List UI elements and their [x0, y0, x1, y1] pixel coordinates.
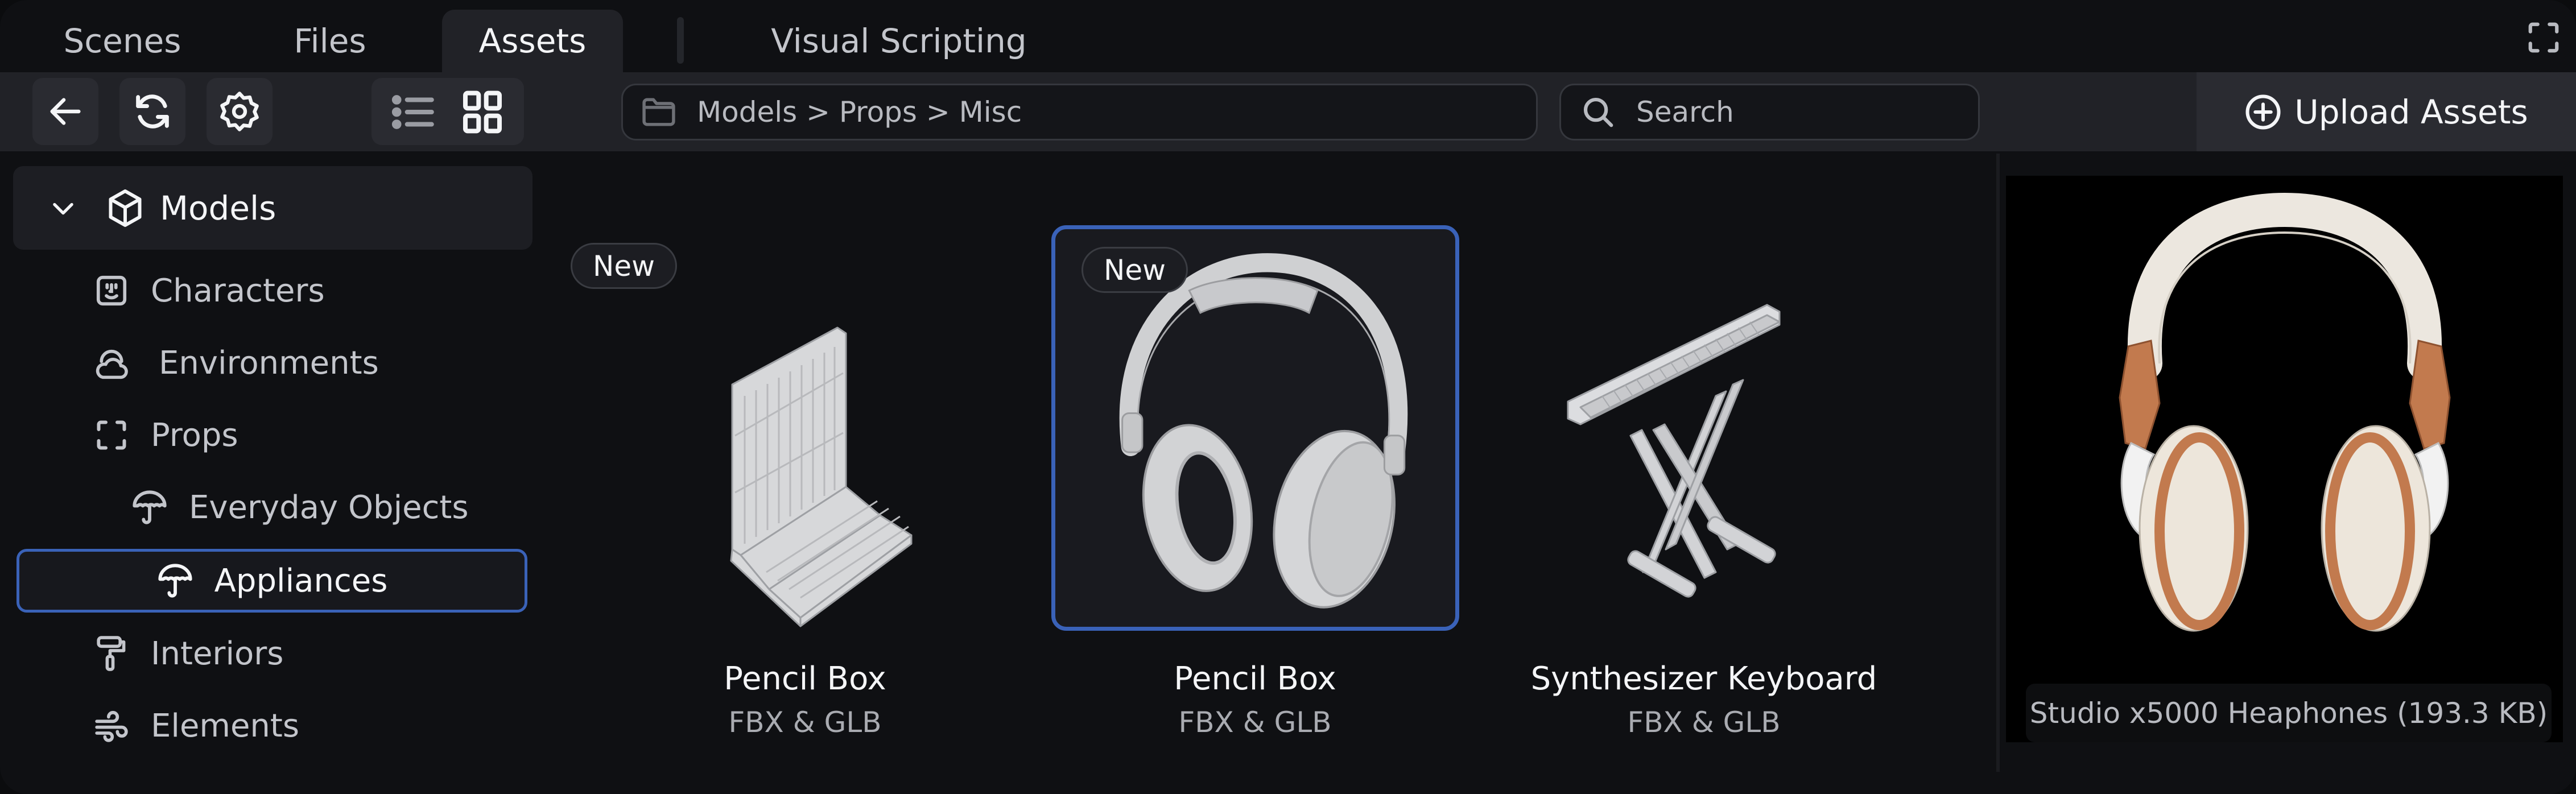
paint-roller-icon	[93, 635, 130, 672]
asset-card-selected[interactable]: New	[1051, 225, 1459, 631]
preview-caption: Studio x5000 Heaphones (193.3 KB)	[2026, 684, 2552, 742]
sidebar-root-models[interactable]: Models	[13, 166, 532, 250]
upload-label: Upload Assets	[2294, 92, 2528, 131]
tab-label: Assets	[478, 22, 587, 60]
cube-icon	[109, 189, 142, 227]
asset-title: Pencil Box	[724, 660, 886, 697]
sidebar-item-label: Everyday Objects	[189, 489, 469, 526]
preview-panel: Studio x5000 Heaphones (193.3 KB)	[2006, 176, 2563, 742]
umbrella-icon	[131, 489, 168, 526]
synthesizer-keyboard-thumbnail	[1567, 304, 1781, 598]
badge-label: New	[593, 249, 655, 283]
sidebar-root-label: Models	[160, 188, 276, 228]
umbrella-icon	[156, 562, 194, 599]
asset-format: FBX & GLB	[1627, 706, 1781, 739]
sidebar-item-label: Appliances	[214, 562, 388, 599]
sidebar-item-everyday-objects[interactable]: Everyday Objects	[131, 476, 469, 539]
view-mode-toggle	[371, 78, 524, 145]
tab-files[interactable]: Files	[245, 10, 415, 72]
tab-divider	[677, 17, 684, 64]
sidebar-item-characters[interactable]: Characters	[93, 259, 325, 322]
sidebar-item-label: Environments	[159, 344, 379, 382]
search-field[interactable]: Search	[1559, 84, 1980, 140]
tab-bar: Scenes Files Assets Visual Scripting	[0, 0, 2576, 72]
sidebar-item-elements[interactable]: Elements	[93, 694, 299, 757]
sidebar-item-props[interactable]: Props	[93, 404, 238, 466]
sidebar-item-interiors[interactable]: Interiors	[93, 622, 283, 685]
arrow-left-icon	[50, 98, 81, 125]
studio-headphones-preview	[2119, 192, 2451, 632]
sidebar: Models Characters Environments Props Eve…	[0, 151, 532, 772]
refresh-icon	[136, 94, 169, 129]
sidebar-item-environments[interactable]: Environments	[93, 332, 379, 394]
upload-assets-button[interactable]: Upload Assets	[2197, 72, 2576, 151]
search-placeholder: Search	[1636, 96, 1734, 129]
search-icon	[1583, 97, 1613, 127]
chevron-down-icon[interactable]	[48, 193, 78, 223]
sidebar-item-appliances[interactable]: Appliances	[16, 549, 527, 613]
new-badge: New	[1081, 247, 1188, 293]
fullscreen-icon[interactable]	[2526, 20, 2561, 55]
grid-view-button[interactable]	[457, 88, 508, 136]
face-icon	[93, 272, 130, 309]
tab-label: Scenes	[63, 22, 181, 60]
asset-title: Synthesizer Keyboard	[1530, 660, 1877, 697]
grid-icon	[463, 90, 502, 134]
plus-circle-icon	[2245, 94, 2281, 130]
new-badge: New	[571, 243, 678, 289]
asset-card[interactable]	[1500, 225, 1908, 631]
asset-grid: New Pencil Box FBX & GLB New Pencil Box …	[532, 151, 1996, 772]
settings-button[interactable]	[207, 78, 273, 145]
tab-assets[interactable]: Assets	[442, 10, 623, 72]
path-field[interactable]: Models > Props > Misc	[621, 84, 1538, 140]
asset-card[interactable]: New	[571, 225, 1004, 631]
panel-divider[interactable]	[1996, 154, 2000, 772]
tab-visual-scripting[interactable]: Visual Scripting	[762, 10, 1035, 72]
refresh-button[interactable]	[119, 78, 185, 145]
asset-format: FBX & GLB	[1178, 706, 1332, 739]
asset-browser-window: Scenes Files Assets Visual Scripting Mod…	[0, 0, 2576, 794]
asset-format: FBX & GLB	[728, 706, 882, 739]
frame-icon	[93, 416, 130, 454]
tab-label: Files	[294, 22, 366, 60]
badge-label: New	[1104, 253, 1166, 287]
gear-icon	[220, 92, 259, 131]
tab-label: Visual Scripting	[771, 22, 1027, 60]
wind-icon	[93, 707, 130, 745]
sidebar-item-label: Elements	[151, 707, 300, 745]
sidebar-item-label: Characters	[151, 272, 325, 309]
toolbar: Models > Props > Misc Search Upload Asse…	[0, 72, 2576, 151]
sidebar-item-label: Interiors	[151, 635, 284, 672]
tab-scenes[interactable]: Scenes	[34, 10, 210, 72]
asset-title: Pencil Box	[1174, 660, 1336, 697]
folder-icon	[642, 98, 675, 126]
list-icon	[391, 95, 434, 129]
back-button[interactable]	[32, 78, 98, 145]
list-view-button[interactable]	[389, 89, 440, 135]
path-text: Models > Props > Misc	[697, 96, 1022, 129]
sidebar-item-label: Props	[151, 416, 238, 454]
cloud-icon	[93, 344, 130, 382]
